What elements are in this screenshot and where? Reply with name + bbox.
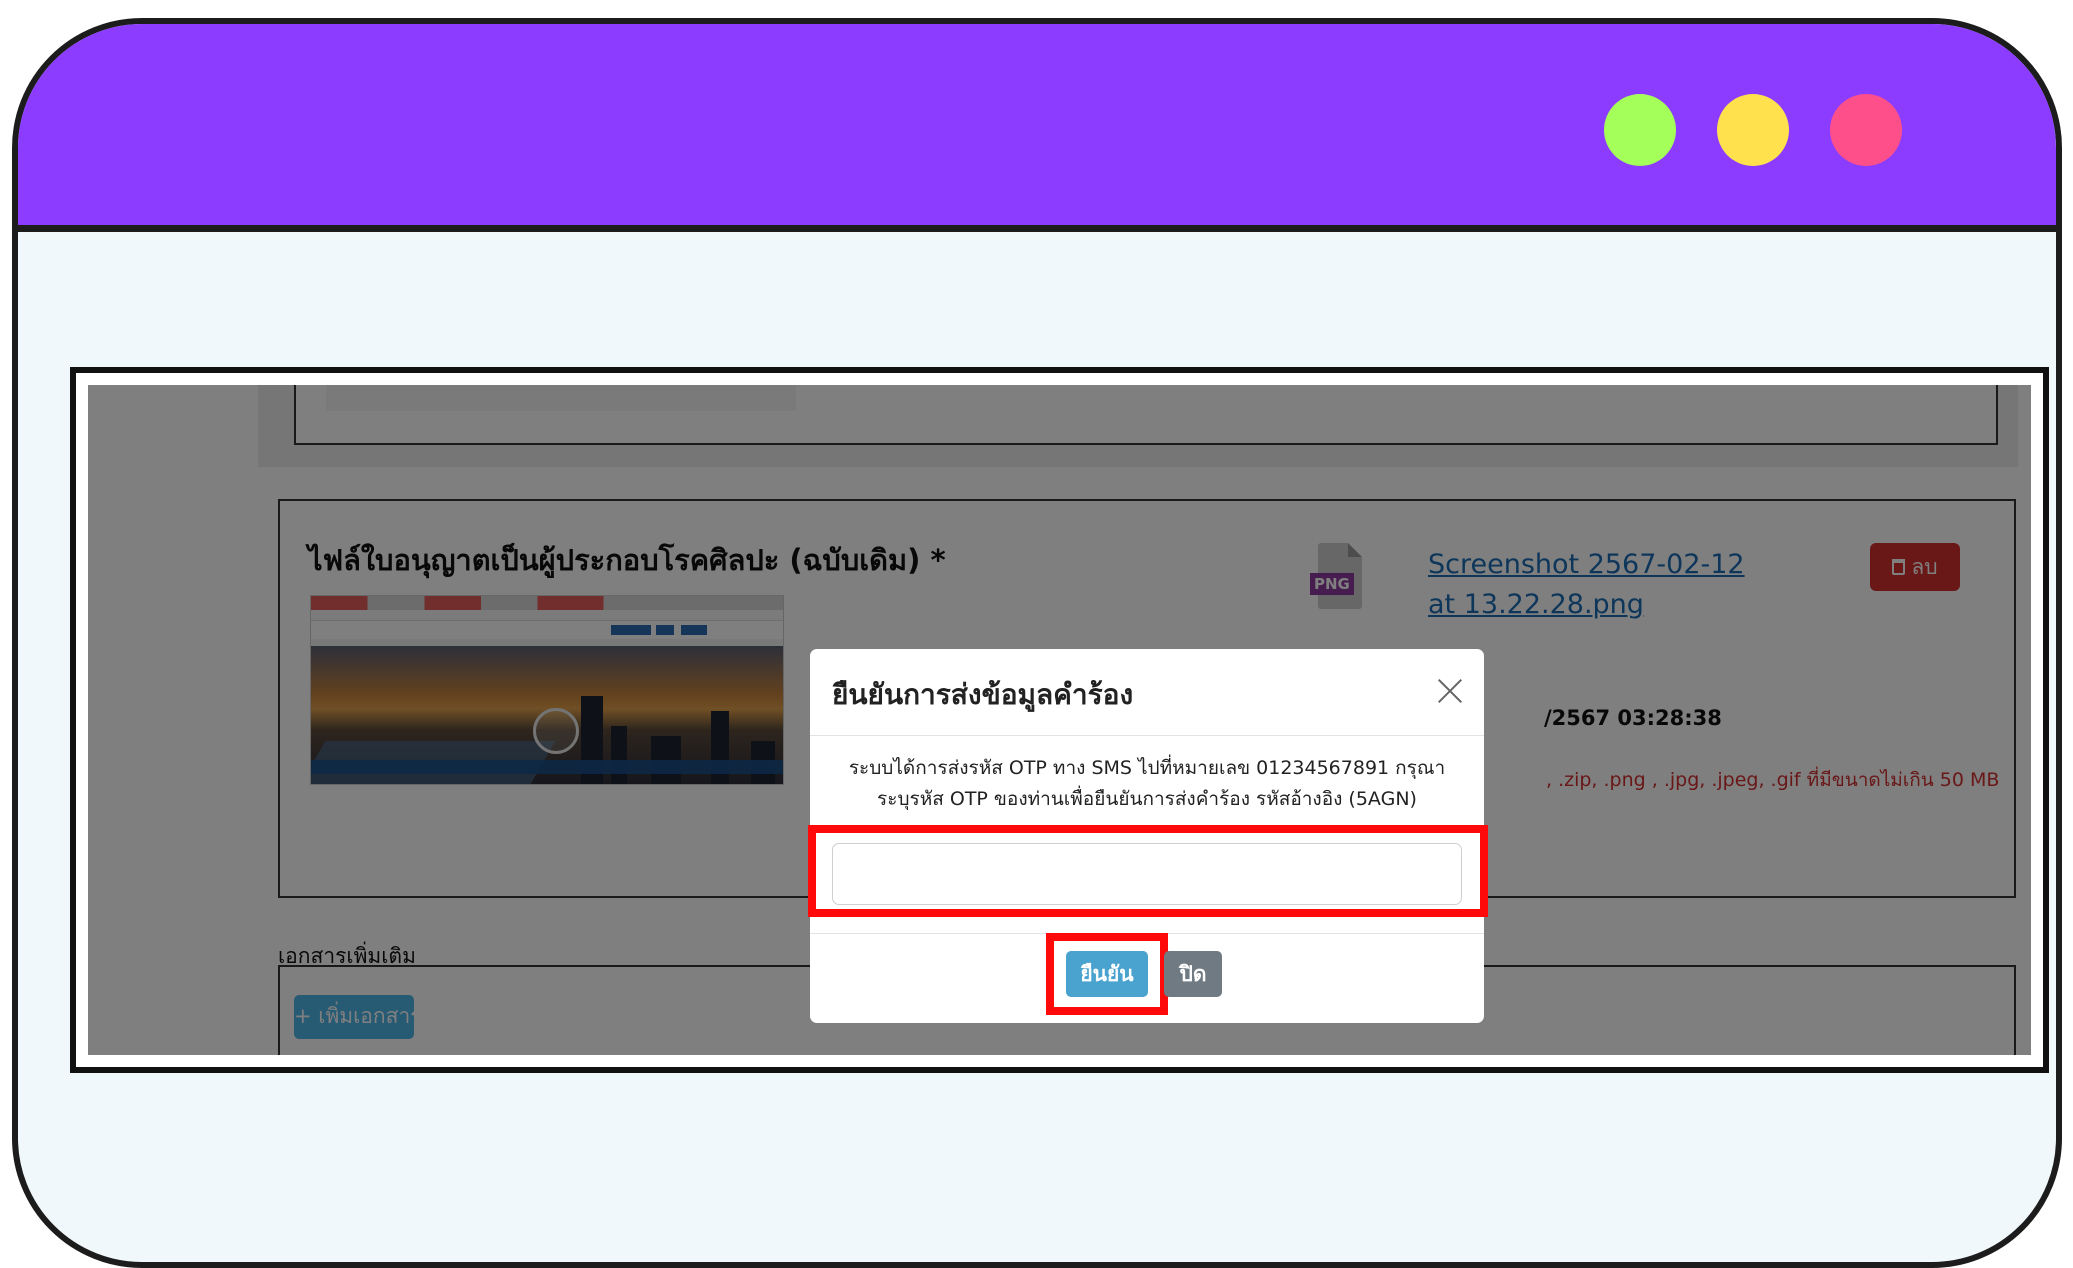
otp-confirm-modal: ยืนยันการส่งข้อมูลคำร้อง ระบบได้การส่งรห… bbox=[808, 649, 1488, 1023]
pink-dot-icon[interactable] bbox=[1830, 94, 1902, 166]
embedded-screenshot: ไฟล์ใบอนุญาตเป็นผู้ประกอบโรคศิลปะ (ฉบับเ… bbox=[88, 385, 2031, 1055]
confirm-button[interactable]: ยืนยัน bbox=[1066, 951, 1148, 997]
otp-message: ระบบได้การส่งรหัส OTP ทาง SMS ไปที่หมายเ… bbox=[830, 753, 1464, 815]
otp-input-highlight bbox=[808, 825, 1488, 917]
screenshot-frame: ไฟล์ใบอนุญาตเป็นผู้ประกอบโรคศิลปะ (ฉบับเ… bbox=[70, 367, 2049, 1073]
modal-title: ยืนยันการส่งข้อมูลคำร้อง bbox=[832, 678, 1134, 711]
green-dot-icon[interactable] bbox=[1604, 94, 1676, 166]
otp-message-line-2: ระบุรหัส OTP ของท่านเพื่อยืนยันการส่งคำร… bbox=[877, 788, 1417, 810]
modal-header: ยืนยันการส่งข้อมูลคำร้อง bbox=[810, 649, 1484, 736]
close-icon[interactable] bbox=[1436, 677, 1464, 705]
yellow-dot-icon[interactable] bbox=[1717, 94, 1789, 166]
otp-message-line-1: ระบบได้การส่งรหัส OTP ทาง SMS ไปที่หมายเ… bbox=[848, 757, 1446, 779]
close-button[interactable]: ปิด bbox=[1164, 951, 1222, 997]
app-window: ไฟล์ใบอนุญาตเป็นผู้ประกอบโรคศิลปะ (ฉบับเ… bbox=[12, 18, 2062, 1268]
window-titlebar bbox=[18, 24, 2056, 232]
